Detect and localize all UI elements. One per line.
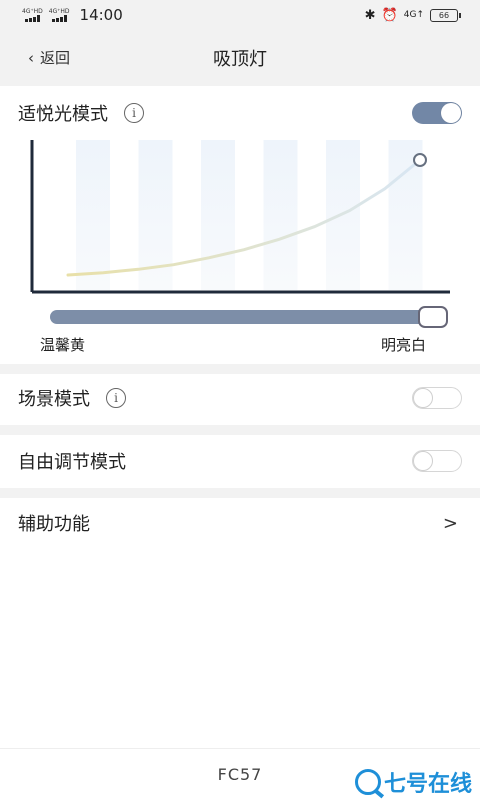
comfort-mode-row: 适悦光模式 i — [0, 98, 480, 128]
toggle-knob — [413, 387, 433, 408]
scene-mode-toggle[interactable] — [412, 387, 462, 409]
battery-icon: 66 — [430, 8, 461, 22]
section-divider — [0, 488, 480, 498]
watermark: 七号在线 — [354, 766, 472, 798]
free-mode-row: 自由调节模式 — [0, 446, 480, 476]
battery-level: 66 — [438, 10, 450, 20]
bluetooth-icon: ✱ — [364, 7, 376, 23]
watermark-logo-icon — [354, 769, 381, 795]
chevron-right-icon: > — [442, 512, 458, 534]
watermark-text: 七号在线 — [383, 772, 472, 797]
section-divider — [0, 425, 480, 435]
chart-band — [76, 140, 110, 290]
series-line — [66, 158, 422, 277]
signal-icon: 4G⁺HD — [22, 8, 43, 22]
network-type: 4G↑ — [403, 10, 424, 20]
comfort-mode-label: 适悦光模式 — [18, 104, 108, 125]
scene-mode-label: 场景模式 — [18, 389, 90, 410]
assist-row[interactable]: 辅助功能 > — [0, 508, 480, 538]
slider-thumb[interactable] — [418, 306, 448, 328]
alarm-icon: ⏰ — [381, 7, 398, 23]
status-time: 14:00 — [79, 6, 123, 24]
page-title: 吸顶灯 — [213, 49, 267, 70]
color-temperature-slider[interactable] — [50, 306, 448, 328]
signal-icon-2: 4G⁺HD — [49, 8, 70, 22]
chart-svg — [30, 140, 450, 294]
toggle-knob — [413, 450, 433, 471]
section-divider — [0, 364, 480, 374]
chart-band — [263, 140, 298, 290]
min-label: 温馨黄 — [40, 336, 86, 354]
info-icon[interactable]: i — [124, 103, 144, 123]
comfort-mode-toggle[interactable] — [412, 102, 462, 124]
free-mode-toggle[interactable] — [412, 450, 462, 472]
header: ‹ 返回 吸顶灯 — [0, 30, 480, 86]
status-bar: 4G⁺HD 4G⁺HD 14:00 ✱ ⏰ 4G↑ 66 — [0, 0, 480, 30]
chart-band — [201, 140, 235, 290]
footer-divider — [0, 748, 480, 749]
info-icon[interactable]: i — [106, 388, 126, 408]
assist-label: 辅助功能 — [18, 514, 90, 535]
color-temperature-chart — [28, 138, 454, 298]
toggle-knob — [441, 103, 461, 123]
scene-mode-row: 场景模式 i — [0, 383, 480, 413]
data-point-marker — [413, 153, 427, 167]
max-label: 明亮白 — [381, 336, 427, 354]
free-mode-label: 自由调节模式 — [18, 452, 126, 473]
